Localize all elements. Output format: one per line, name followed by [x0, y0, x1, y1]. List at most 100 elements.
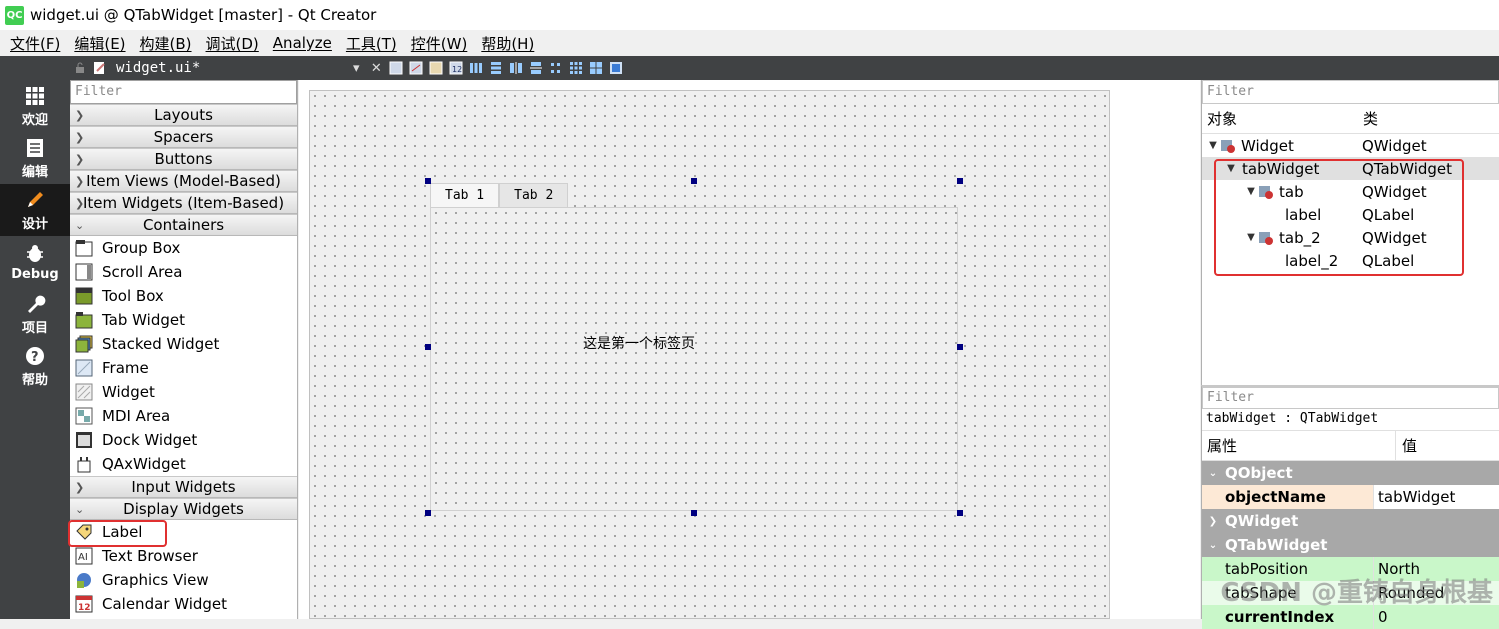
widget-widget[interactable]: Widget	[70, 380, 297, 404]
mode-design[interactable]: 设计	[0, 184, 70, 236]
resize-handle-t[interactable]	[691, 178, 697, 184]
adjust-size-icon[interactable]	[606, 59, 626, 77]
mode-edit[interactable]: 编辑	[0, 132, 70, 184]
file-name[interactable]: widget.ui*	[116, 60, 200, 76]
property-header: 属性 值	[1202, 431, 1499, 461]
resize-handle-tr[interactable]	[957, 178, 963, 184]
close-icon[interactable]: ✕	[366, 59, 386, 77]
edit-signals-icon[interactable]	[406, 59, 426, 77]
widget-qaxwidget[interactable]: QAxWidget	[70, 452, 297, 476]
chevron-right-icon: ❯	[75, 152, 85, 166]
category-containers[interactable]: ⌄ Containers	[70, 214, 297, 236]
mode-projects[interactable]: 项目	[0, 288, 70, 340]
tab-page: 这是第一个标签页	[430, 207, 958, 511]
resize-handle-bl[interactable]	[425, 510, 431, 516]
menu-debug[interactable]: 调试(D)	[199, 33, 266, 54]
resize-handle-br[interactable]	[957, 510, 963, 516]
lock-icon[interactable]	[70, 59, 90, 77]
column-value[interactable]: 值	[1396, 435, 1417, 456]
mode-selector: 欢迎 编辑 设计 Debug 项目 ? 帮助	[0, 80, 70, 619]
mode-debug[interactable]: Debug	[0, 236, 70, 288]
group-qobject[interactable]: ⌄ QObject	[1202, 461, 1499, 485]
chevron-down-icon: ⌄	[75, 218, 85, 232]
menu-file[interactable]: 文件(F)	[3, 33, 67, 54]
column-class[interactable]: 类	[1359, 108, 1378, 129]
break-layout-icon[interactable]	[586, 59, 606, 77]
resize-handle-l[interactable]	[425, 344, 431, 350]
chevron-down-icon[interactable]: ▼	[1206, 140, 1220, 151]
menu-build[interactable]: 构建(B)	[133, 33, 199, 54]
widget-scroll-area[interactable]: Scroll Area	[70, 260, 297, 284]
chevron-right-icon: ❯	[75, 174, 85, 188]
property-editor: Filter tabWidget : QTabWidget 属性 值 ⌄ QObj…	[1201, 385, 1499, 629]
menu-widgets[interactable]: 控件(W)	[404, 33, 475, 54]
category-layouts[interactable]: ❯ Layouts	[70, 104, 297, 126]
layout-grid-icon[interactable]	[566, 59, 586, 77]
layout-form-icon[interactable]	[546, 59, 566, 77]
category-spacers[interactable]: ❯ Spacers	[70, 126, 297, 148]
property-filter-input[interactable]: Filter	[1202, 387, 1499, 409]
widget-calendar-widget[interactable]: 12 Calendar Widget	[70, 592, 297, 616]
tab-1[interactable]: Tab 1	[430, 183, 500, 207]
layout-v-splitter-icon[interactable]	[526, 59, 546, 77]
category-input-widgets[interactable]: ❯ Input Widgets	[70, 476, 297, 498]
mode-welcome[interactable]: 欢迎	[0, 80, 70, 132]
category-item-views[interactable]: ❯ Item Views (Model-Based)	[70, 170, 297, 192]
menu-help[interactable]: 帮助(H)	[474, 33, 541, 54]
widget-stacked-widget[interactable]: Stacked Widget	[70, 332, 297, 356]
page-label[interactable]: 这是第一个标签页	[583, 333, 695, 353]
edit-taborder-icon[interactable]: 12	[446, 59, 466, 77]
editor-toolbar: widget.ui* ▾ ✕ 12	[70, 56, 1199, 80]
mode-label: 编辑	[21, 164, 48, 180]
chevron-down-icon: ⌄	[75, 502, 85, 516]
mode-help[interactable]: ? 帮助	[0, 340, 70, 392]
resize-handle-b[interactable]	[691, 510, 697, 516]
object-header: 对象 类	[1202, 104, 1499, 134]
widget-graphics-view[interactable]: Graphics View	[70, 568, 297, 592]
chevron-right-icon: ❯	[75, 130, 85, 144]
help-icon: ?	[26, 346, 44, 365]
graphics-view-icon	[74, 570, 94, 590]
group-qtabwidget[interactable]: ⌄ QTabWidget	[1202, 533, 1499, 557]
property-objectname[interactable]: objectName tabWidget	[1202, 485, 1499, 509]
dropdown-icon[interactable]: ▾	[346, 59, 366, 77]
mode-label: 设计	[21, 216, 48, 232]
tab-widget[interactable]: Tab 1 Tab 2 这是第一个标签页	[425, 178, 963, 516]
layout-h-splitter-icon[interactable]	[506, 59, 526, 77]
widget-text-browser[interactable]: AI Text Browser	[70, 544, 297, 568]
menu-edit[interactable]: 编辑(E)	[67, 33, 132, 54]
edit-buddies-icon[interactable]	[426, 59, 446, 77]
tab-2[interactable]: Tab 2	[499, 183, 569, 207]
svg-text:12: 12	[78, 603, 91, 613]
column-property[interactable]: 属性	[1202, 431, 1396, 460]
category-display-widgets[interactable]: ⌄ Display Widgets	[70, 498, 297, 520]
dock-widget-icon	[74, 430, 94, 450]
menu-analyze[interactable]: Analyze	[266, 34, 339, 52]
column-object[interactable]: 对象	[1202, 108, 1359, 129]
category-buttons[interactable]: ❯ Buttons	[70, 148, 297, 170]
title-bar: QC widget.ui @ QTabWidget [master] - Qt …	[0, 0, 1499, 30]
widget-tool-box[interactable]: Tool Box	[70, 284, 297, 308]
widget-tab-widget[interactable]: Tab Widget	[70, 308, 297, 332]
widget-frame[interactable]: Frame	[70, 356, 297, 380]
currentindex-value[interactable]: 0	[1374, 608, 1388, 626]
tree-row-widget[interactable]: ▼ Widget QWidget	[1202, 134, 1499, 157]
layout-horizontal-icon[interactable]	[466, 59, 486, 77]
widget-filter-input[interactable]: Filter	[70, 80, 297, 104]
mode-label: 欢迎	[21, 112, 48, 128]
bug-icon	[27, 244, 43, 262]
objectname-value[interactable]: tabWidget	[1374, 485, 1499, 509]
resize-handle-tl[interactable]	[425, 178, 431, 184]
group-qwidget[interactable]: ❯ QWidget	[1202, 509, 1499, 533]
layout-vertical-icon[interactable]	[486, 59, 506, 77]
menu-tools[interactable]: 工具(T)	[339, 33, 404, 54]
widget-mdi-area[interactable]: MDI Area	[70, 404, 297, 428]
category-item-widgets[interactable]: ❯ Item Widgets (Item-Based)	[70, 192, 297, 214]
resize-handle-r[interactable]	[957, 344, 963, 350]
mdi-area-icon	[74, 406, 94, 426]
object-filter-input[interactable]: Filter	[1202, 80, 1499, 104]
scroll-area-icon	[74, 262, 94, 282]
widget-group-box[interactable]: Group Box	[70, 236, 297, 260]
edit-widgets-icon[interactable]	[386, 59, 406, 77]
widget-dock-widget[interactable]: Dock Widget	[70, 428, 297, 452]
